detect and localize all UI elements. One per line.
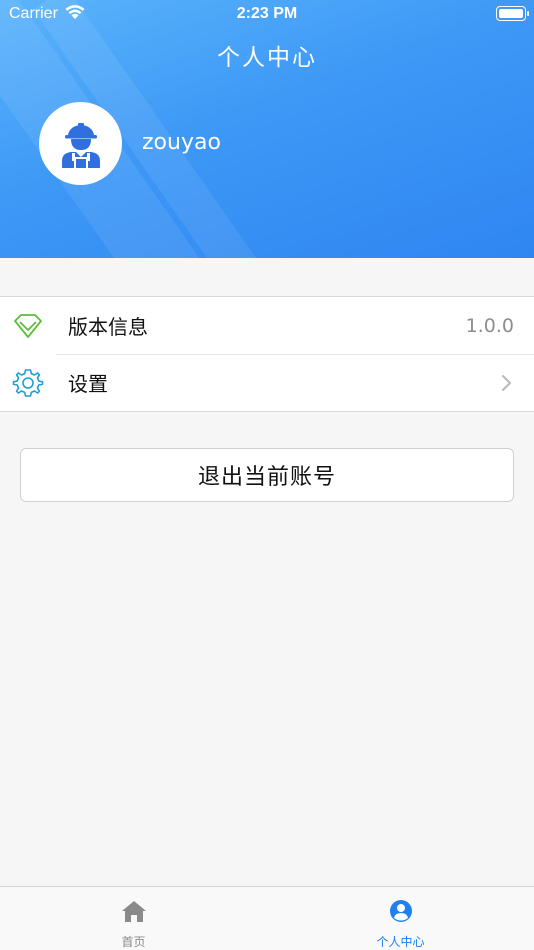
- battery-icon: [496, 6, 529, 21]
- settings-list: 版本信息 1.0.0 设置: [0, 296, 534, 412]
- tab-home-label: 首页: [121, 935, 146, 949]
- user-circle-icon: [389, 900, 412, 922]
- tab-profile-label: 个人中心: [376, 935, 425, 949]
- clock: 2:23 PM: [236, 5, 298, 22]
- worker-icon: [61, 122, 100, 168]
- tab-home[interactable]: 首页: [0, 887, 267, 950]
- version-value: 1.0.0: [465, 314, 514, 337]
- username: zouyao: [142, 130, 221, 155]
- list-item-version[interactable]: 版本信息 1.0.0: [0, 297, 534, 354]
- diamond-icon: [14, 314, 42, 338]
- page-title: 个人中心: [217, 45, 317, 71]
- chevron-right-icon: [502, 375, 511, 391]
- version-label: 版本信息: [68, 315, 148, 339]
- tab-profile[interactable]: 个人中心: [267, 887, 534, 950]
- status-bar: Carrier 2:23 PM: [0, 0, 534, 28]
- settings-label: 设置: [68, 372, 108, 396]
- gear-icon: [12, 369, 44, 397]
- avatar[interactable]: [39, 102, 122, 185]
- home-icon: [121, 901, 146, 922]
- tab-bar: 首页 个人中心: [0, 886, 534, 950]
- logout-button[interactable]: 退出当前账号: [20, 448, 514, 502]
- profile-header: Carrier 2:23 PM 个人中心 zouyao: [0, 0, 534, 258]
- list-item-settings[interactable]: 设置: [0, 354, 534, 411]
